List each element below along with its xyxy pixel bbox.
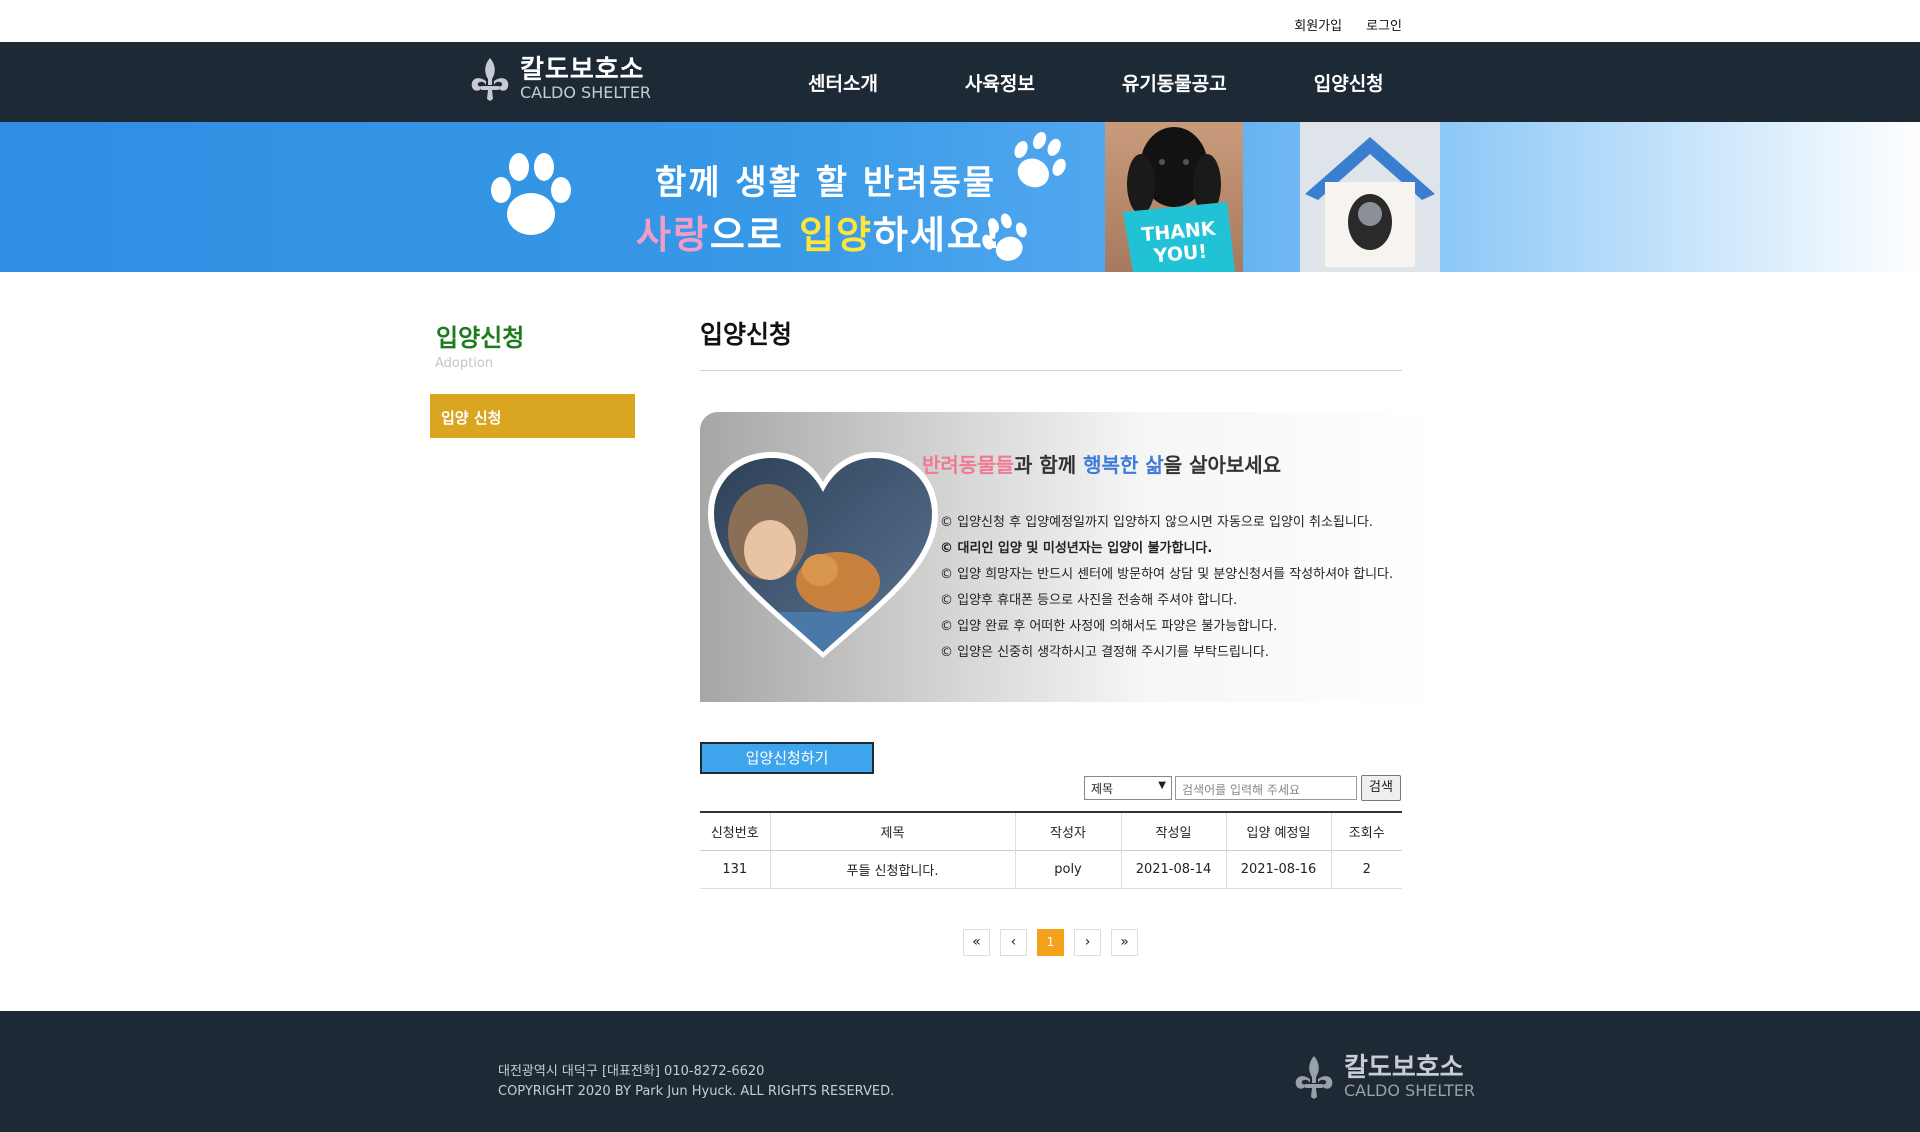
column-header: 작성일 bbox=[1120, 812, 1226, 850]
cell-title-link[interactable]: 푸들 신청합니다. bbox=[769, 850, 1015, 889]
column-header: 제목 bbox=[769, 812, 1015, 850]
banner-headline-1: 함께 생활 할 반려동물 bbox=[655, 163, 997, 203]
notice-item: © 입양 완료 후 어떠한 사정에 의해서도 파양은 불가능합니다. bbox=[940, 619, 1278, 634]
title-divider bbox=[700, 370, 1402, 371]
login-link[interactable]: 로그인 bbox=[1366, 15, 1402, 34]
footer-info: 대전광역시 대덕구 [대표전화] 010-8272-6620 COPYRIGHT… bbox=[498, 1062, 894, 1102]
notice-item: © 입양후 휴대폰 등으로 사진을 전송해 주셔야 합니다. bbox=[940, 593, 1238, 608]
site-footer: 대전광역시 대덕구 [대표전화] 010-8272-6620 COPYRIGHT… bbox=[0, 1011, 1920, 1132]
page-button-current[interactable]: 1 bbox=[1037, 929, 1064, 956]
top-utility-bar: 회원가입 로그인 bbox=[0, 0, 1920, 42]
adoption-notice-box: 반려동물들과 함께 행복한 삶을 살아보세요 © 입양신청 후 입양예정일까지 … bbox=[700, 412, 1440, 702]
nav-menu: 센터소개 사육정보 유기동물공고 입양신청 bbox=[808, 69, 1471, 96]
nav-item-care-info[interactable]: 사육정보 bbox=[965, 69, 1035, 96]
sidebar-item-adoption[interactable]: 입양 신청 bbox=[430, 394, 635, 438]
cell-number: 131 bbox=[700, 850, 770, 889]
page-title: 입양신청 bbox=[700, 320, 793, 349]
account-links: 회원가입 로그인 bbox=[1294, 15, 1402, 34]
table-header-row: 신청번호 제목 작성자 작성일 입양 예정일 조회수 bbox=[700, 812, 1402, 850]
footer-brand-name-en: CALDO SHELTER bbox=[1344, 1081, 1476, 1100]
first-page-button[interactable]: « bbox=[963, 929, 990, 956]
nav-item-stray-notice[interactable]: 유기동물공고 bbox=[1122, 69, 1227, 96]
apply-adoption-button[interactable]: 입양신청하기 bbox=[700, 742, 874, 774]
nav-item-adoption[interactable]: 입양신청 bbox=[1314, 69, 1384, 96]
search-bar: 제목 ▼ 검색어를 입력해 주세요 검색 bbox=[1084, 775, 1401, 801]
search-button[interactable]: 검색 bbox=[1361, 775, 1401, 801]
paw-icon bbox=[982, 213, 1027, 261]
heart-photo bbox=[708, 452, 938, 658]
cell-adoption-date: 2021-08-16 bbox=[1225, 850, 1331, 889]
site-logo[interactable]: 칼도보호소 CALDO SHELTER bbox=[466, 55, 651, 103]
hero-banner: 함께 생활 할 반려동물 사랑으로 입양하세요! THANK YOU! bbox=[0, 122, 1920, 272]
notice-item: © 입양 희망자는 반드시 센터에 방문하여 상담 및 분양신청서를 작성하셔야… bbox=[940, 567, 1394, 582]
brand-name-en: CALDO SHELTER bbox=[520, 83, 652, 102]
footer-address: 대전광역시 대덕구 [대표전화] 010-8272-6620 bbox=[498, 1064, 765, 1079]
table-row[interactable]: 131 푸들 신청합니다. poly 2021-08-14 2021-08-16… bbox=[700, 850, 1402, 889]
paw-icon bbox=[1014, 132, 1066, 188]
cell-author: poly bbox=[1014, 850, 1121, 889]
main-navigation: 칼도보호소 CALDO SHELTER 센터소개 사육정보 유기동물공고 입양신… bbox=[0, 42, 1920, 122]
footer-logo: 칼도보호소 CALDO SHELTER bbox=[1290, 1053, 1475, 1101]
notice-item: © 입양신청 후 입양예정일까지 입양하지 않으시면 자동으로 입양이 취소됩니… bbox=[940, 515, 1373, 530]
footer-copyright: COPYRIGHT 2020 BY Park Jun Hyuck. ALL RI… bbox=[498, 1084, 895, 1099]
notice-headline: 반려동물들과 함께 행복한 삶을 살아보세요 bbox=[922, 453, 1282, 477]
last-page-button[interactable]: » bbox=[1111, 929, 1138, 956]
nav-item-center-intro[interactable]: 센터소개 bbox=[808, 69, 878, 96]
dog-thank-you-photo: THANK YOU! bbox=[1105, 122, 1243, 272]
notice-item: © 입양은 신중히 생각하시고 결정해 주시기를 부탁드립니다. bbox=[940, 645, 1269, 660]
sidebar-title: 입양신청 bbox=[436, 324, 525, 352]
column-header: 신청번호 bbox=[710, 825, 759, 841]
fleur-de-lis-icon bbox=[1295, 1056, 1333, 1099]
brand-name-ko: 칼도보호소 bbox=[520, 55, 645, 85]
chevron-down-icon: ▼ bbox=[1158, 780, 1166, 791]
adoption-table: 신청번호 제목 작성자 작성일 입양 예정일 조회수 131 푸들 신청합니다.… bbox=[700, 811, 1402, 889]
cell-views: 2 bbox=[1330, 850, 1402, 889]
footer-brand-name-ko: 칼도보호소 bbox=[1344, 1053, 1464, 1083]
prev-page-button[interactable]: ‹ bbox=[1000, 929, 1027, 956]
column-header: 입양 예정일 bbox=[1225, 812, 1331, 850]
sidebar-subtitle: Adoption bbox=[435, 356, 494, 371]
notice-item: © 대리인 입양 및 미성년자는 입양이 불가합니다. bbox=[940, 541, 1213, 556]
column-header: 조회수 bbox=[1330, 812, 1402, 850]
next-page-button[interactable]: › bbox=[1074, 929, 1101, 956]
column-header: 작성자 bbox=[1014, 812, 1121, 850]
signup-link[interactable]: 회원가입 bbox=[1294, 15, 1342, 34]
dog-house-photo bbox=[1300, 122, 1440, 272]
paw-icon bbox=[491, 153, 571, 235]
search-field-select[interactable]: 제목 ▼ bbox=[1084, 776, 1172, 800]
banner-headline-2: 사랑으로 입양하세요! bbox=[636, 213, 1004, 257]
cell-written-date: 2021-08-14 bbox=[1120, 850, 1226, 889]
notice-list: © 입양신청 후 입양예정일까지 입양하지 않으시면 자동으로 입양이 취소됩니… bbox=[940, 510, 1393, 666]
fleur-de-lis-icon bbox=[471, 58, 509, 101]
search-input[interactable]: 검색어를 입력해 주세요 bbox=[1175, 776, 1357, 800]
pagination: « ‹ 1 › » bbox=[963, 929, 1138, 956]
